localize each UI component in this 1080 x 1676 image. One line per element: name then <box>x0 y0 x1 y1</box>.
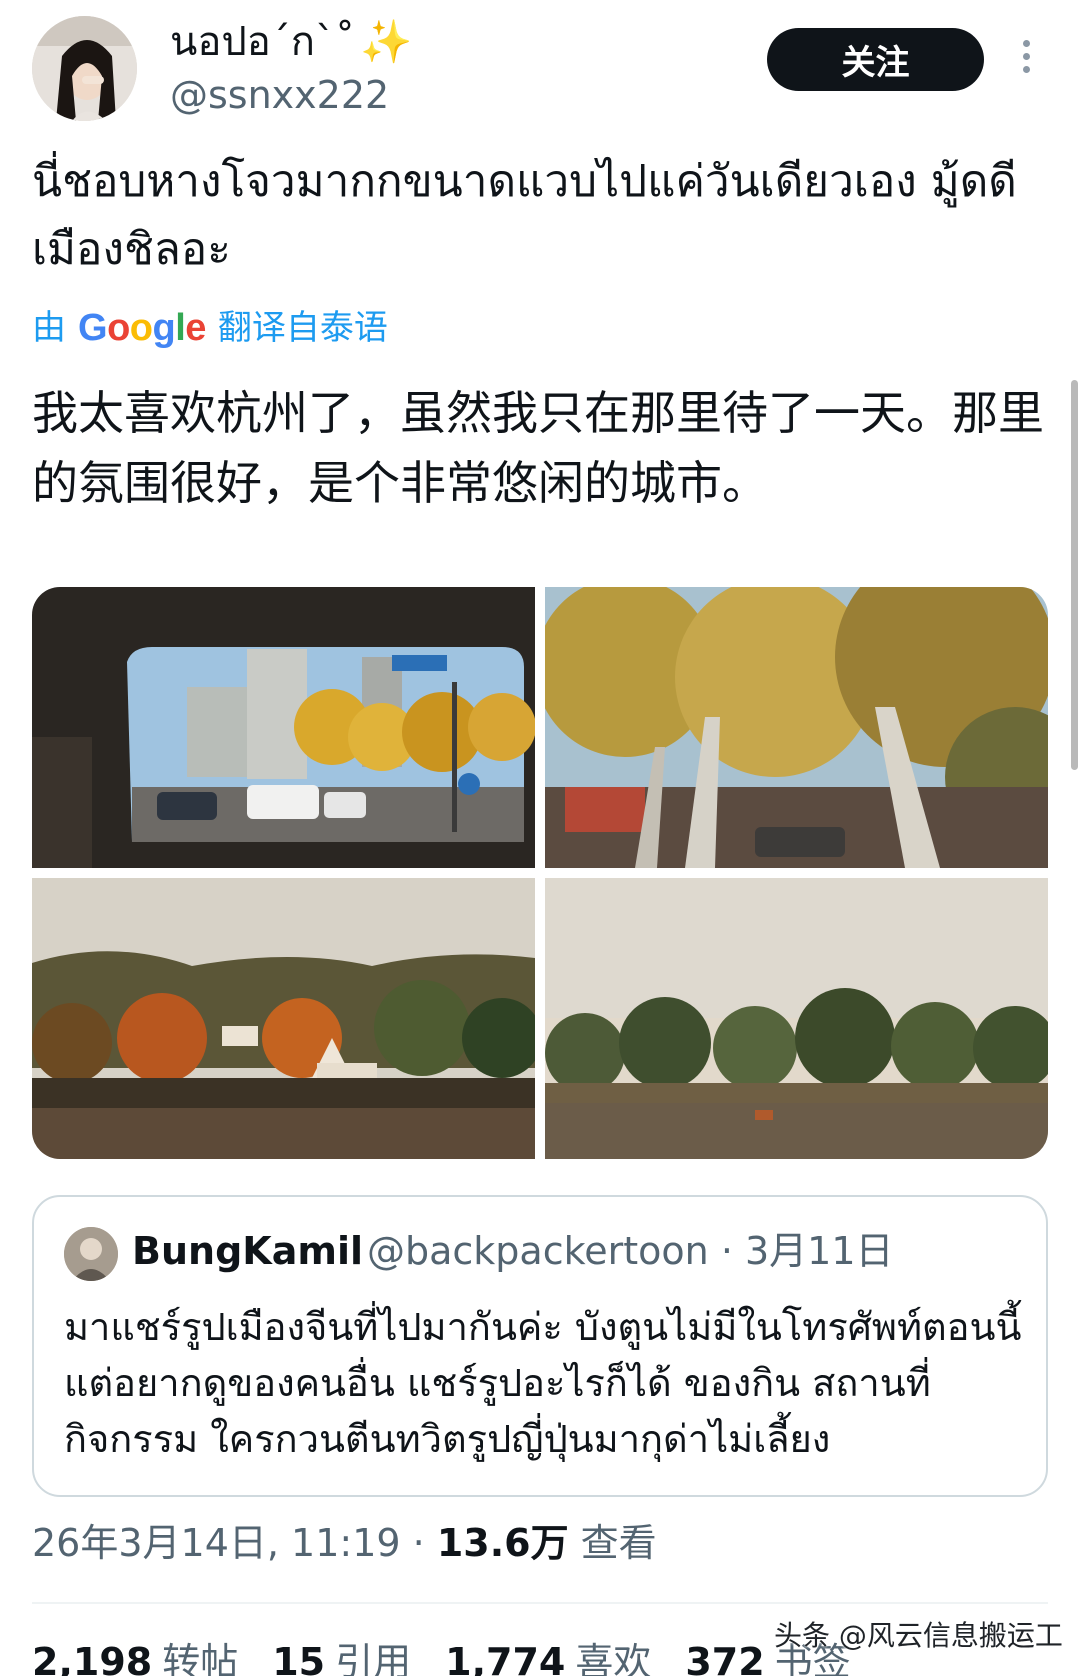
quotes-label: 引用 <box>335 1640 412 1676</box>
reposts-stat[interactable]: 2,198 转帖 <box>32 1640 238 1676</box>
view-count: 13.6万 <box>436 1521 569 1565</box>
view-label: 查看 <box>580 1521 657 1565</box>
bookmarks-count: 372 <box>685 1640 765 1676</box>
photo-car-window-street[interactable] <box>32 587 535 868</box>
author-display-name[interactable]: นอปอ´ก`˚ <box>170 18 355 66</box>
author-avatar[interactable] <box>32 16 137 121</box>
likes-stat[interactable]: 1,774 喜欢 <box>445 1640 651 1676</box>
reposts-label: 转帖 <box>162 1640 239 1676</box>
likes-count: 1,774 <box>445 1640 566 1676</box>
quoted-handle-date: @backpackertoon · 3月11日 <box>367 1229 894 1273</box>
photo-plane-trees[interactable] <box>545 587 1048 868</box>
post-datetime[interactable]: 26年3月14日, 11:19 <box>32 1521 401 1565</box>
translate-suffix: 翻译自泰语 <box>217 308 388 348</box>
more-vertical-icon[interactable] <box>1018 40 1034 80</box>
quotes-count: 15 <box>272 1640 326 1676</box>
post-text: นี่ชอบหางโจวมากกขนาดแวบไปแค่วันเดียวเอง … <box>32 156 1017 275</box>
divider <box>32 1602 1048 1604</box>
reposts-count: 2,198 <box>32 1640 153 1676</box>
translated-text: 我太喜欢杭州了，虽然我只在那里待了一天。那里的氛围很好，是个非常悠闲的城市。 <box>32 386 1044 510</box>
translation-attribution[interactable]: 由 Google 翻译自泰语 <box>32 307 388 349</box>
quotes-stat[interactable]: 15 引用 <box>272 1640 411 1676</box>
likes-label: 喜欢 <box>575 1640 652 1676</box>
scrollbar[interactable] <box>1071 380 1078 770</box>
tweet-page: นอปอ´ก`˚ ✨ @ssnxx222 关注 นี่ชอบหางโจวมากก… <box>0 0 1080 1676</box>
translate-prefix: 由 <box>32 308 66 348</box>
photo-lake-willows[interactable] <box>545 878 1048 1159</box>
google-logo: Google <box>78 307 206 349</box>
meta-separator: · <box>400 1521 437 1565</box>
quoted-author-name[interactable]: BungKamil <box>132 1227 363 1275</box>
quoted-author-avatar[interactable] <box>64 1227 118 1281</box>
author-handle[interactable]: @ssnxx222 <box>170 72 389 118</box>
post-meta: 26年3月14日, 11:19 · 13.6万 查看 <box>32 1517 657 1569</box>
quoted-text: มาแชร์รูปเมืองจีนที่ไปมากันค่ะ บังตูนไม่… <box>64 1305 1022 1461</box>
photo-lake-hills-castle[interactable] <box>32 878 535 1159</box>
engagement-stats: 2,198 转帖 15 引用 1,774 喜欢 372 书签 <box>32 1636 851 1676</box>
follow-button[interactable]: 关注 <box>767 28 984 91</box>
quoted-tweet[interactable]: BungKamil @backpackertoon · 3月11日 มาแชร์… <box>32 1195 1048 1497</box>
photo-grid <box>32 587 1048 1159</box>
sparkles-icon: ✨ <box>360 17 413 66</box>
watermark: 头条 @风云信息搬运工 <box>774 1619 1063 1652</box>
